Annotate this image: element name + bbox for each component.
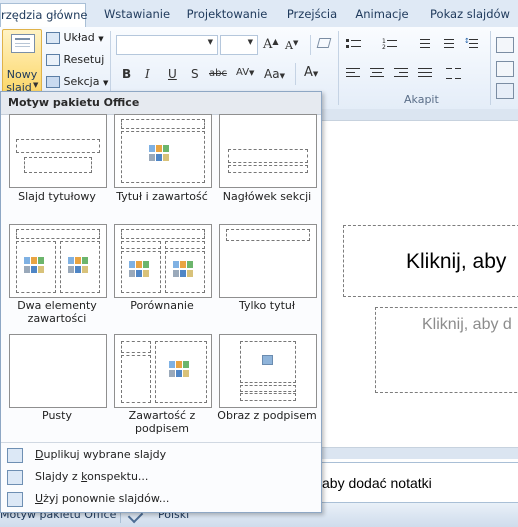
layout-content-caption[interactable] (114, 334, 212, 408)
tab-home[interactable]: rzędzia główne (0, 3, 87, 28)
decrease-indent-icon[interactable] (416, 38, 430, 50)
divider (295, 63, 296, 85)
slides-from-outline-label: Slajdy z konspektu... (35, 470, 149, 483)
title-placeholder-text: Kliknij, aby (406, 250, 507, 273)
notes-placeholder-text: aby dodać notatki (322, 475, 432, 491)
underline-button[interactable]: U (168, 67, 177, 81)
menu-header: Motyw pakietu Office (1, 92, 321, 115)
paragraph-group-label: Akapit (404, 93, 439, 106)
section-icon (46, 76, 60, 88)
strikethrough-button[interactable]: abc (209, 68, 227, 79)
notes-pane[interactable]: aby dodać notatki (318, 462, 518, 503)
new-slide-icon (11, 34, 35, 53)
align-text-icon[interactable] (496, 61, 514, 77)
reset-button[interactable]: Resetuj (46, 53, 104, 66)
menu-separator (1, 442, 321, 443)
tab-slideshow[interactable]: Pokaz slajdów (422, 3, 518, 26)
reuse-slides-label: Użyj ponownie slajdów... (35, 492, 170, 505)
columns-icon[interactable] (446, 67, 462, 79)
content-icons (149, 145, 175, 163)
numbering-icon[interactable]: 12 (382, 38, 398, 51)
outline-icon (7, 470, 23, 485)
layout-two-content[interactable] (9, 224, 107, 298)
shadow-button[interactable]: S (191, 67, 199, 81)
chevron-down-icon: ▼ (207, 38, 213, 46)
layout-label: Pusty (42, 409, 72, 422)
layout-label: Dwa elementy zawartości (17, 299, 97, 325)
layout-title-only[interactable] (219, 224, 317, 298)
tab-design[interactable]: Projektowanie (186, 3, 268, 26)
group-separator (338, 31, 339, 105)
layout-button[interactable]: Układ ▼ (46, 31, 104, 44)
reset-label: Resetuj (63, 53, 105, 66)
tab-animations[interactable]: Animacje (350, 3, 414, 26)
title-placeholder[interactable]: Kliknij, aby (343, 225, 518, 297)
clear-format-icon[interactable] (316, 37, 332, 51)
font-name-combo[interactable]: ▼ (116, 35, 218, 55)
layout-label: Slajd tytułowy (18, 190, 96, 203)
smartart-icon[interactable] (496, 83, 514, 99)
content-icons (68, 257, 94, 275)
subtitle-placeholder-text: Kliknij, aby d (422, 316, 512, 333)
content-icons (24, 257, 50, 275)
slides-from-outline-command[interactable]: Slajdy z konspektu... (1, 466, 321, 488)
slide-canvas[interactable]: Kliknij, aby Kliknij, aby d (320, 120, 518, 448)
reuse-slides-icon (7, 492, 23, 507)
layout-label: Tylko tytuł (238, 299, 295, 312)
divider (310, 35, 311, 55)
section-button[interactable]: Sekcja ▼ (46, 75, 108, 88)
layout-icon (46, 32, 60, 44)
chevron-down-icon: ▼ (98, 35, 104, 43)
align-left-icon[interactable] (346, 67, 360, 79)
content-icons (169, 361, 195, 379)
layout-comparison[interactable] (114, 224, 212, 298)
reuse-slides-command[interactable]: Użyj ponownie slajdów... (1, 488, 321, 510)
layout-blank[interactable] (9, 334, 107, 408)
font-color-button[interactable]: A▼ (304, 65, 318, 80)
ribbon-tab-bar: rzędzia główne Wstawianie Projektowanie … (0, 0, 518, 28)
new-slide-button[interactable]: Nowy slajd ▼ (2, 29, 42, 94)
content-icons (173, 261, 199, 279)
layout-label: Zawartość z podpisem (128, 409, 196, 435)
layout-title-content[interactable] (114, 114, 212, 188)
italic-button[interactable]: I (145, 67, 150, 81)
text-direction-icon[interactable] (496, 37, 514, 53)
font-size-combo[interactable]: ▼ (220, 35, 258, 55)
content-icons (129, 261, 155, 279)
shrink-font-button[interactable]: A▼ (285, 39, 298, 52)
layout-label: Nagłówek sekcji (222, 190, 312, 203)
justify-icon[interactable] (418, 67, 432, 79)
duplicate-slides-icon (7, 448, 23, 463)
layout-title-slide[interactable] (9, 114, 107, 188)
line-spacing-icon[interactable]: ↕ (464, 37, 478, 51)
chevron-down-icon: ▼ (102, 79, 109, 87)
layout-label: Porównanie (130, 299, 194, 312)
increase-indent-icon[interactable] (440, 38, 454, 50)
chevron-down-icon: ▼ (247, 38, 253, 46)
duplicate-slides-command[interactable]: Duplikuj wybrane slajdy (1, 444, 321, 466)
subtitle-placeholder[interactable]: Kliknij, aby d (375, 307, 518, 393)
align-center-icon[interactable] (370, 67, 384, 79)
layout-label: Układ (63, 31, 95, 44)
new-slide-layout-menu: Motyw pakietu Office Slajd tytułowy Tytu… (0, 91, 322, 513)
bold-button[interactable]: B (122, 67, 131, 81)
layout-label: Tytuł i zawartość (116, 190, 208, 203)
align-right-icon[interactable] (394, 67, 408, 79)
group-separator (490, 31, 491, 105)
grow-font-button[interactable]: A▲ (263, 37, 279, 52)
layout-picture-caption[interactable] (219, 334, 317, 408)
reset-icon (46, 54, 60, 66)
new-slide-label-1: Nowy (6, 68, 38, 81)
character-spacing-button[interactable]: AV▼ (236, 67, 254, 78)
chevron-down-icon: ▼ (33, 81, 39, 89)
picture-icon (262, 355, 273, 365)
duplicate-slides-label: Duplikuj wybrane slajdy (35, 448, 167, 461)
tab-insert[interactable]: Wstawianie (92, 3, 182, 26)
tab-transitions[interactable]: Przejścia (280, 3, 344, 26)
section-label: Sekcja (63, 75, 100, 88)
layout-label: Obraz z podpisem (217, 409, 317, 422)
change-case-button[interactable]: Aa▼ (264, 67, 285, 81)
layout-section-header[interactable] (219, 114, 317, 188)
bullets-icon[interactable] (346, 38, 362, 50)
